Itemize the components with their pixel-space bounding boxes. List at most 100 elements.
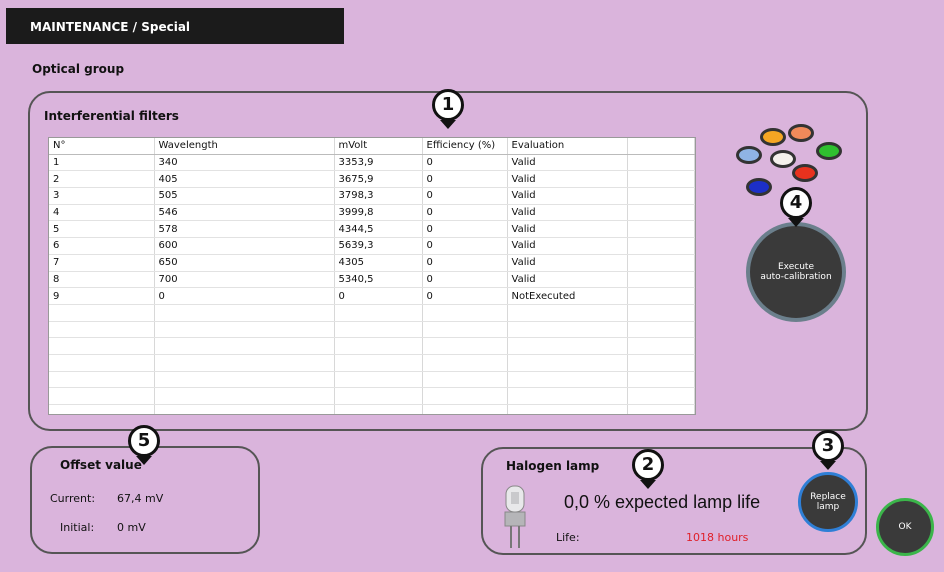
filter-disc-icon — [746, 178, 772, 196]
table-cell — [49, 321, 155, 339]
column-header[interactable]: Efficiency (%) — [422, 138, 508, 155]
table-row[interactable]: 3 505 3798,3 0 Valid — [49, 187, 695, 205]
table-row[interactable] — [49, 321, 695, 339]
halogen-lamp-icon — [504, 485, 526, 548]
column-header[interactable]: Evaluation — [507, 138, 628, 155]
table-cell — [627, 321, 695, 339]
table-row[interactable]: 7 650 4305 0 Valid — [49, 254, 695, 272]
table-cell: 0 — [422, 154, 508, 172]
callout-badge-4: 4 — [780, 187, 812, 227]
table-cell — [627, 287, 695, 305]
offset-current-value: 67,4 mV — [117, 492, 164, 505]
table-cell — [154, 387, 335, 405]
column-header[interactable] — [627, 138, 695, 155]
table-cell — [507, 354, 628, 372]
table-cell: Valid — [507, 237, 628, 255]
filters-panel-title: Interferential filters — [44, 109, 179, 123]
table-cell — [422, 304, 508, 322]
table-cell: 700 — [154, 271, 335, 289]
callout-badge-3: 3 — [812, 430, 844, 470]
table-cell: 3353,9 — [334, 154, 423, 172]
table-cell — [507, 337, 628, 355]
table-cell — [334, 404, 423, 414]
window-title: MAINTENANCE / Special — [30, 20, 191, 34]
table-cell — [154, 371, 335, 389]
table-cell — [627, 254, 695, 272]
execute-auto-calibration-button[interactable]: Execute auto-calibration — [746, 222, 846, 322]
table-cell: 0 — [422, 254, 508, 272]
filter-disc-icon — [816, 142, 842, 160]
table-cell — [507, 321, 628, 339]
table-cell — [627, 387, 695, 405]
ok-button[interactable]: OK — [876, 498, 934, 556]
table-cell — [627, 170, 695, 189]
table-cell: 5340,5 — [334, 271, 423, 289]
table-cell — [334, 387, 423, 405]
table-cell: 6 — [49, 237, 155, 255]
table-cell: Valid — [507, 220, 628, 239]
table-cell: 0 — [422, 271, 508, 289]
ok-label: OK — [898, 522, 912, 532]
expected-lamp-life: 0,0 % expected lamp life — [564, 492, 761, 512]
table-cell — [49, 337, 155, 355]
table-row[interactable]: 5 578 4344,5 0 Valid — [49, 220, 695, 239]
table-row[interactable] — [49, 354, 695, 372]
table-cell: 8 — [49, 271, 155, 289]
column-header[interactable]: N° — [49, 138, 155, 155]
table-cell: NotExecuted — [507, 287, 628, 305]
offset-initial-value: 0 mV — [117, 521, 146, 534]
table-row[interactable]: 4 546 3999,8 0 Valid — [49, 204, 695, 222]
table-cell: 0 — [154, 287, 335, 305]
callout-badge-2: 2 — [632, 449, 664, 489]
calibration-label-line1: Execute — [778, 262, 814, 272]
table-cell — [154, 304, 335, 322]
column-header[interactable]: Wavelength — [154, 138, 335, 155]
table-cell — [334, 354, 423, 372]
table-row[interactable]: 8 700 5340,5 0 Valid — [49, 271, 695, 289]
offset-initial-label: Initial: — [60, 521, 95, 534]
table-cell — [154, 354, 335, 372]
table-row[interactable]: 6 600 5639,3 0 Valid — [49, 237, 695, 255]
table-row[interactable] — [49, 387, 695, 405]
table-cell — [507, 387, 628, 405]
table-row[interactable]: 1 340 3353,9 0 Valid — [49, 154, 695, 172]
table-cell — [507, 371, 628, 389]
column-header[interactable]: mVolt — [334, 138, 423, 155]
table-row[interactable]: 2 405 3675,9 0 Valid — [49, 170, 695, 189]
filter-disc-icon — [788, 124, 814, 142]
table-cell — [154, 321, 335, 339]
replace-label-line2: lamp — [816, 502, 840, 512]
table-cell — [627, 404, 695, 414]
table-cell — [627, 204, 695, 222]
replace-lamp-button[interactable]: Replace lamp — [798, 472, 858, 532]
calibration-label-line2: auto-calibration — [760, 272, 832, 282]
table-cell — [49, 387, 155, 405]
table-cell: 5 — [49, 220, 155, 239]
table-cell — [334, 337, 423, 355]
table-cell: 4305 — [334, 254, 423, 272]
table-cell — [627, 220, 695, 239]
table-cell: 5639,3 — [334, 237, 423, 255]
table-cell — [49, 404, 155, 414]
filters-table[interactable]: N° Wavelength mVolt Efficiency (%) Evalu… — [48, 137, 696, 415]
table-cell: 600 — [154, 237, 335, 255]
table-cell — [154, 337, 335, 355]
table-cell: 0 — [422, 170, 508, 189]
offset-current-label: Current: — [50, 492, 96, 505]
table-row[interactable] — [49, 337, 695, 355]
window-title-bar: MAINTENANCE / Special — [6, 8, 344, 44]
table-row[interactable] — [49, 371, 695, 389]
callout-badge-1: 1 — [432, 89, 464, 129]
filter-disc-icon — [770, 150, 796, 168]
table-cell: 3798,3 — [334, 187, 423, 205]
table-cell: 4344,5 — [334, 220, 423, 239]
table-cell: Valid — [507, 154, 628, 172]
table-cell: 0 — [422, 220, 508, 239]
table-cell: 2 — [49, 170, 155, 189]
table-cell: 340 — [154, 154, 335, 172]
table-cell — [334, 304, 423, 322]
table-cell — [422, 354, 508, 372]
table-row[interactable]: 9 0 0 0 NotExecuted — [49, 287, 695, 305]
table-row[interactable] — [49, 404, 695, 414]
table-row[interactable] — [49, 304, 695, 322]
